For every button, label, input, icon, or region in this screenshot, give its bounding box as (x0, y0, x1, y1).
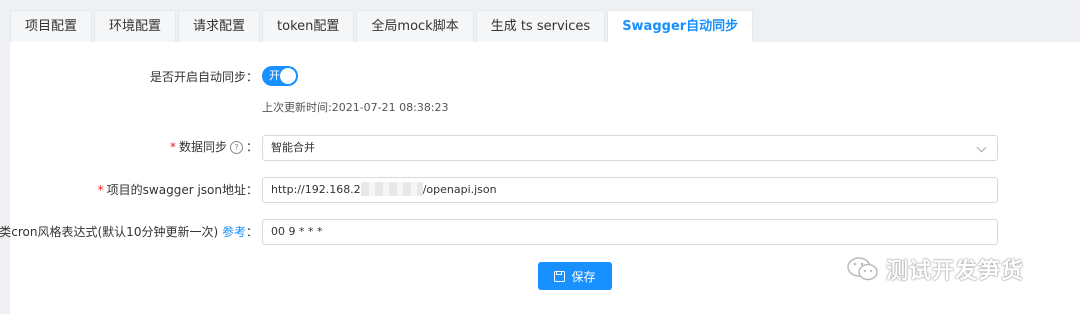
cron-label-text: 类cron风格表达式(默认10分钟更新一次) (0, 225, 219, 239)
cron-value: 00 9 * * * (271, 225, 323, 238)
help-icon[interactable]: ? (229, 141, 243, 154)
json-url-prefix: http://192.168.2 (271, 183, 361, 196)
data-sync-colon: ： (245, 140, 258, 154)
last-update-text: 上次更新时间:2021-07-21 08:38:23 (262, 101, 449, 114)
json-url-label-text: 项目的swagger json地址： (106, 183, 258, 197)
tab-swagger-sync[interactable]: Swagger自动同步 (607, 10, 754, 43)
cron-reference-link[interactable]: 参考 (222, 225, 246, 239)
json-url-input[interactable]: http://192.168.2/openapi.json (262, 177, 998, 203)
watermark-text: 测试开发笋货 (886, 259, 1025, 284)
save-button[interactable]: 保存 (538, 262, 612, 290)
tab-bar: 项目配置 环境配置 请求配置 token配置 全局mock脚本 生成 ts se… (10, 10, 755, 43)
save-label: 保存 (571, 269, 596, 284)
data-sync-label: * 数据同步?： (170, 138, 258, 155)
json-url-label: * 项目的swagger json地址： (98, 181, 258, 198)
watermark: 测试开发笋货 (846, 253, 1024, 285)
tab-global-mock[interactable]: 全局mock脚本 (356, 10, 474, 42)
chevron-down-icon (976, 142, 987, 153)
cron-colon: ： (245, 225, 258, 239)
tab-token-config[interactable]: token配置 (262, 10, 355, 42)
tab-ts-services[interactable]: 生成 ts services (475, 10, 606, 42)
wechat-icon (847, 257, 878, 281)
tab-project-config[interactable]: 项目配置 (10, 10, 93, 42)
required-mark: * (97, 183, 104, 197)
cron-input[interactable]: 00 9 * * * (262, 219, 998, 245)
auto-sync-label: 是否开启自动同步： (149, 70, 258, 84)
data-sync-label-text: 数据同步 (178, 140, 227, 154)
cron-label: *类cron风格表达式(默认10分钟更新一次) 参考： (0, 223, 258, 240)
switch-knob (280, 68, 296, 84)
data-sync-value: 智能合并 (271, 141, 315, 154)
json-url-suffix: /openapi.json (422, 183, 497, 196)
switch-text: 开 (269, 69, 280, 82)
tab-env-config[interactable]: 环境配置 (94, 10, 177, 42)
redacted-block (360, 182, 423, 196)
save-icon (554, 270, 566, 282)
auto-sync-toggle[interactable]: 开 (262, 66, 298, 86)
data-sync-select[interactable]: 智能合并 (262, 135, 998, 161)
tab-request-config[interactable]: 请求配置 (178, 10, 261, 42)
required-mark: * (169, 140, 176, 154)
